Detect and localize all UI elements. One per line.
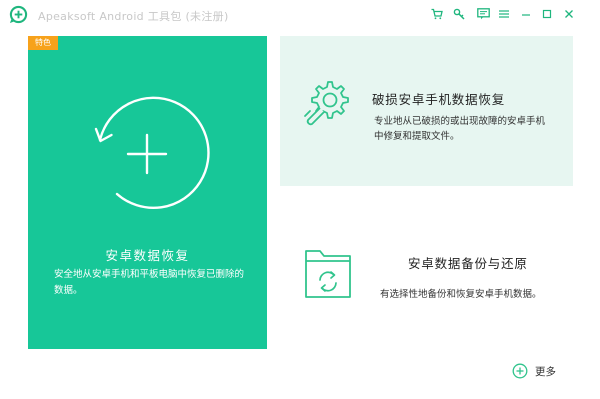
app-logo-icon — [9, 5, 28, 24]
folder-sync-icon — [305, 250, 351, 298]
broken-android-recovery-card[interactable]: 破损安卓手机数据恢复 专业地从已破损的或出现故障的安卓手机中修复和提取文件。 — [280, 36, 573, 186]
backup-card-title: 安卓数据备份与还原 — [408, 256, 528, 271]
featured-badge: 特色 — [28, 36, 58, 50]
maximize-icon[interactable] — [540, 7, 554, 21]
more-button[interactable]: 更多 — [512, 362, 556, 380]
recovery-restore-icon — [94, 96, 210, 209]
android-data-recovery-card[interactable]: 特色 安卓数据恢复 安全地从安卓手机和平板电脑中恢复已删除的数据。 — [28, 36, 267, 349]
android-backup-restore-card[interactable]: 安卓数据备份与还原 有选择性地备份和恢复安卓手机数据。 — [280, 195, 573, 335]
cart-icon[interactable] — [430, 7, 444, 21]
plus-circle-icon — [512, 363, 528, 379]
backup-card-description: 有选择性地备份和恢复安卓手机数据。 — [380, 289, 542, 300]
menu-icon[interactable] — [497, 7, 511, 21]
minimize-icon[interactable] — [519, 7, 533, 21]
feedback-icon[interactable] — [476, 7, 490, 21]
close-icon[interactable] — [562, 7, 576, 21]
key-icon[interactable] — [452, 7, 466, 21]
gear-wrench-icon — [304, 81, 349, 126]
broken-card-title: 破损安卓手机数据恢复 — [372, 92, 506, 107]
main-card-title: 安卓数据恢复 — [105, 248, 190, 263]
broken-card-description: 专业地从已破损的或出现故障的安卓手机中修复和提取文件。 — [374, 116, 546, 142]
main-card-description: 安全地从安卓手机和平板电脑中恢复已删除的数据。 — [54, 269, 245, 296]
more-label: 更多 — [535, 365, 556, 378]
window-title: Apeaksoft Android 工具包 (未注册) — [38, 10, 229, 23]
title-bar: Apeaksoft Android 工具包 (未注册) — [0, 0, 600, 30]
